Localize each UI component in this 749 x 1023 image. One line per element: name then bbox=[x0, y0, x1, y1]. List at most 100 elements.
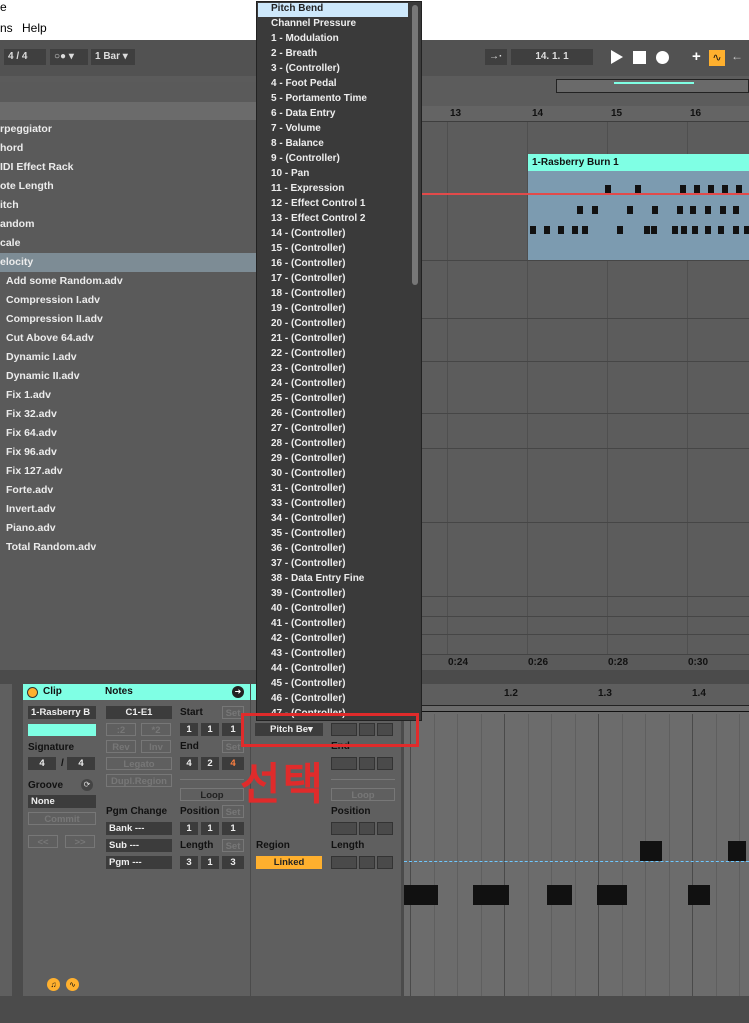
browser-item[interactable]: Fix 64.adv bbox=[0, 424, 256, 443]
dropdown-item[interactable]: 31 - (Controller) bbox=[271, 483, 345, 497]
start-beat-field[interactable]: 1 bbox=[201, 723, 219, 736]
env-end-sixteenth[interactable] bbox=[377, 757, 393, 770]
automation-arm-icon[interactable]: ∿ bbox=[709, 50, 725, 66]
signature-denominator[interactable]: 4 bbox=[67, 757, 95, 770]
notes-toggle-icon[interactable]: ♫ bbox=[47, 978, 60, 991]
dropdown-item[interactable]: 29 - (Controller) bbox=[271, 453, 345, 467]
dropdown-item[interactable]: 7 - Volume bbox=[271, 123, 321, 137]
dropdown-item[interactable]: 38 - Data Entry Fine bbox=[271, 573, 364, 587]
clip-title[interactable]: 1-Rasberry Burn 1 bbox=[528, 154, 749, 171]
browser-item[interactable]: elocity bbox=[0, 253, 256, 272]
env-length-beat[interactable] bbox=[359, 856, 375, 869]
end-beat-field[interactable]: 2 bbox=[201, 757, 219, 770]
dropdown-item[interactable]: 15 - (Controller) bbox=[271, 243, 345, 257]
dropdown-item[interactable]: 8 - Balance bbox=[271, 138, 324, 152]
midi-note[interactable] bbox=[640, 841, 662, 861]
menu-item-partial-2[interactable]: ns bbox=[0, 21, 13, 35]
dropdown-item[interactable]: 5 - Portamento Time bbox=[271, 93, 367, 107]
dropdown-item[interactable]: 28 - (Controller) bbox=[271, 438, 345, 452]
dropdown-item[interactable]: 9 - (Controller) bbox=[271, 153, 340, 167]
play-icon[interactable] bbox=[611, 50, 623, 64]
env-position-beat[interactable] bbox=[359, 822, 375, 835]
browser-item[interactable]: rpeggiator bbox=[0, 120, 256, 139]
browser-item[interactable]: Add some Random.adv bbox=[0, 272, 256, 291]
clip-activator-icon[interactable] bbox=[27, 687, 38, 698]
dropdown-item[interactable]: 20 - (Controller) bbox=[271, 318, 345, 332]
browser-item[interactable]: ote Length bbox=[0, 177, 256, 196]
dropdown-scrollbar[interactable] bbox=[412, 5, 418, 285]
dropdown-item[interactable]: 24 - (Controller) bbox=[271, 378, 345, 392]
groove-hot-swap-icon[interactable]: ⟳ bbox=[81, 779, 93, 791]
dropdown-item[interactable]: 40 - (Controller) bbox=[271, 603, 345, 617]
dropdown-item[interactable]: 39 - (Controller) bbox=[271, 588, 345, 602]
env-length-sixteenth[interactable] bbox=[377, 856, 393, 869]
browser-item[interactable]: hord bbox=[0, 139, 256, 158]
dropdown-item[interactable]: 22 - (Controller) bbox=[271, 348, 345, 362]
dropdown-item[interactable]: 12 - Effect Control 1 bbox=[271, 198, 365, 212]
env-length-bar[interactable] bbox=[331, 856, 357, 869]
dropdown-item[interactable]: 21 - (Controller) bbox=[271, 333, 345, 347]
position-bar-field[interactable]: 1 bbox=[180, 822, 198, 835]
browser-item[interactable]: Fix 127.adv bbox=[0, 462, 256, 481]
dropdown-item[interactable]: 45 - (Controller) bbox=[271, 678, 345, 692]
duplicate-region-button[interactable]: Dupl.Region bbox=[106, 774, 172, 787]
dropdown-item[interactable]: 4 - Foot Pedal bbox=[271, 78, 337, 92]
nudge-back-button[interactable]: << bbox=[28, 835, 58, 848]
length-set-button[interactable]: Set bbox=[222, 839, 244, 852]
pitch-bend-line[interactable] bbox=[404, 861, 749, 862]
stop-icon[interactable] bbox=[633, 51, 646, 64]
env-end-beat[interactable] bbox=[359, 757, 375, 770]
dropdown-item[interactable]: 33 - (Controller) bbox=[271, 498, 345, 512]
browser-item[interactable]: Forte.adv bbox=[0, 481, 256, 500]
dropdown-item[interactable]: 34 - (Controller) bbox=[271, 513, 345, 527]
dropdown-item[interactable]: 19 - (Controller) bbox=[271, 303, 345, 317]
dropdown-item[interactable]: 30 - (Controller) bbox=[271, 468, 345, 482]
dropdown-item[interactable]: 41 - (Controller) bbox=[271, 618, 345, 632]
dropdown-item[interactable]: 3 - (Controller) bbox=[271, 63, 340, 77]
browser-item[interactable]: Invert.adv bbox=[0, 500, 256, 519]
clip-name-field[interactable]: 1-Rasberry B bbox=[28, 706, 96, 719]
metronome-toggle[interactable]: ○● ▾ bbox=[50, 49, 88, 65]
length-sixteenth-field[interactable]: 3 bbox=[222, 856, 244, 869]
linked-button[interactable]: Linked bbox=[256, 856, 322, 869]
dropdown-item[interactable]: Channel Pressure bbox=[271, 18, 356, 32]
note-range-field[interactable]: C1-E1 bbox=[106, 706, 172, 719]
dropdown-item[interactable]: 11 - Expression bbox=[271, 183, 344, 197]
dropdown-item[interactable]: 27 - (Controller) bbox=[271, 423, 345, 437]
dropdown-item[interactable]: 35 - (Controller) bbox=[271, 528, 345, 542]
length-bar-field[interactable]: 3 bbox=[180, 856, 198, 869]
notes-arrow-icon[interactable]: ➜ bbox=[232, 686, 244, 698]
browser-item[interactable]: Cut Above 64.adv bbox=[0, 329, 256, 348]
dropdown-item[interactable]: 18 - (Controller) bbox=[271, 288, 345, 302]
midi-note[interactable] bbox=[473, 885, 509, 905]
dropdown-item[interactable]: 13 - Effect Control 2 bbox=[271, 213, 365, 227]
dropdown-item[interactable]: 43 - (Controller) bbox=[271, 648, 345, 662]
bank-field[interactable]: Bank --- bbox=[106, 822, 172, 835]
midi-note[interactable] bbox=[728, 841, 746, 861]
dropdown-item[interactable]: 44 - (Controller) bbox=[271, 663, 345, 677]
end-bar-field[interactable]: 4 bbox=[180, 757, 198, 770]
sub-bank-field[interactable]: Sub --- bbox=[106, 839, 172, 852]
dropdown-item[interactable]: 10 - Pan bbox=[271, 168, 309, 182]
browser-item[interactable]: Fix 1.adv bbox=[0, 386, 256, 405]
halve-button[interactable]: :2 bbox=[106, 723, 136, 736]
dropdown-item[interactable]: 17 - (Controller) bbox=[271, 273, 345, 287]
piano-roll-ruler[interactable]: 1.2 1.3 1.4 bbox=[404, 684, 749, 706]
overview-bar[interactable] bbox=[556, 79, 749, 93]
clip-color-chooser[interactable] bbox=[28, 724, 96, 736]
signature-numerator[interactable]: 4 bbox=[28, 757, 56, 770]
dropdown-item[interactable]: 23 - (Controller) bbox=[271, 363, 345, 377]
signature-display[interactable]: 4 / 4 bbox=[4, 49, 46, 65]
browser-item[interactable]: Dynamic I.adv bbox=[0, 348, 256, 367]
double-button[interactable]: *2 bbox=[141, 723, 171, 736]
env-position-bar[interactable] bbox=[331, 822, 357, 835]
browser-item[interactable]: Piano.adv bbox=[0, 519, 256, 538]
start-bar-field[interactable]: 1 bbox=[180, 723, 198, 736]
program-field[interactable]: Pgm --- bbox=[106, 856, 172, 869]
quantize-menu[interactable]: 1 Bar ▾ bbox=[91, 49, 135, 65]
dropdown-item[interactable]: 42 - (Controller) bbox=[271, 633, 345, 647]
length-beat-field[interactable]: 1 bbox=[201, 856, 219, 869]
commit-button[interactable]: Commit bbox=[28, 812, 96, 825]
dropdown-item[interactable]: 37 - (Controller) bbox=[271, 558, 345, 572]
arrangement-position[interactable]: 14. 1. 1 bbox=[511, 49, 593, 65]
